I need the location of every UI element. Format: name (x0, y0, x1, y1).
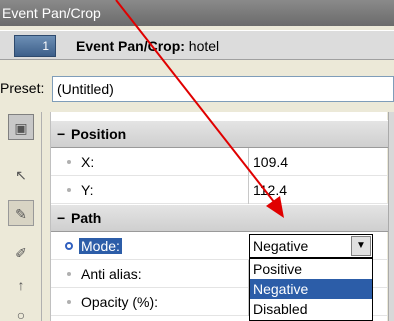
bullet-icon (67, 188, 71, 192)
selected-bullet-icon (65, 242, 73, 250)
ellipse-icon[interactable]: ○ (8, 302, 34, 321)
bullet-icon (67, 272, 71, 276)
pen-add-icon[interactable]: ✐ (8, 240, 34, 266)
mode-combobox[interactable]: Negative ▼ (249, 234, 373, 258)
select-icon[interactable]: ▣ (8, 114, 34, 140)
bullet-icon (67, 300, 71, 304)
preset-row: Preset: (Untitled) (0, 70, 394, 106)
collapse-icon[interactable]: − (57, 121, 71, 147)
window-title: Event Pan/Crop (0, 0, 394, 26)
section-path[interactable]: − Path (51, 204, 388, 232)
tool-column: ▣ ↖ ✎ ✐ ↑ ○ (0, 112, 42, 321)
arrow-icon[interactable]: ↖ (8, 162, 34, 188)
section-position[interactable]: − Position (51, 120, 388, 148)
property-row-y[interactable]: Y: 112.4 (51, 176, 388, 204)
preset-label: Preset: (0, 80, 45, 96)
event-title-label: Event Pan/Crop: (76, 38, 185, 54)
mode-combobox-value: Negative (253, 238, 309, 254)
dropdown-option-positive[interactable]: Positive (250, 259, 372, 279)
section-title: Path (71, 210, 102, 226)
section-title: Position (71, 126, 127, 142)
property-value[interactable]: 112.4 (248, 176, 388, 204)
mode-dropdown-list: Positive Negative Disabled (249, 258, 373, 321)
preset-field[interactable]: (Untitled) (52, 76, 394, 102)
property-name: X: (81, 154, 95, 170)
property-value[interactable]: 109.4 (248, 148, 388, 176)
event-number-badge[interactable]: 1 (14, 35, 56, 57)
dropdown-option-negative[interactable]: Negative (250, 279, 372, 299)
pointer-icon[interactable]: ↑ (8, 272, 34, 298)
event-title: Event Pan/Crop: hotel (76, 38, 219, 54)
property-name: Y: (81, 182, 94, 198)
event-header: 1 Event Pan/Crop: hotel (0, 30, 394, 60)
pen-icon[interactable]: ✎ (8, 200, 34, 226)
event-title-name: hotel (184, 38, 220, 54)
property-name: Mode: (79, 238, 122, 254)
chevron-down-icon[interactable]: ▼ (351, 236, 371, 256)
property-name: Opacity (%): (81, 294, 159, 310)
dropdown-option-disabled[interactable]: Disabled (250, 299, 372, 319)
property-name: Anti alias: (81, 266, 142, 282)
panel-divider[interactable] (388, 112, 394, 321)
collapse-icon[interactable]: − (57, 205, 71, 231)
property-row-x[interactable]: X: 109.4 (51, 148, 388, 176)
bullet-icon (67, 160, 71, 164)
